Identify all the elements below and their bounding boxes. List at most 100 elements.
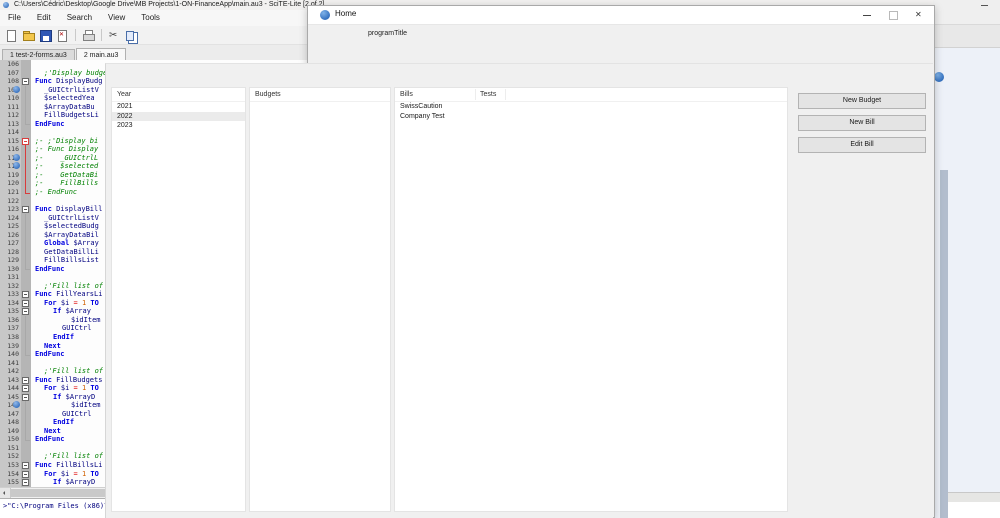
fold-margin[interactable]: [21, 367, 31, 376]
fold-box-icon[interactable]: [22, 462, 29, 469]
menu-search[interactable]: Search: [59, 10, 100, 26]
fold-margin[interactable]: [21, 188, 31, 197]
background-window-scrollbar[interactable]: [940, 170, 948, 518]
fold-margin[interactable]: [21, 307, 31, 316]
menu-file[interactable]: File: [0, 10, 29, 26]
maximize-icon[interactable]: [880, 6, 906, 24]
bills-listview-header[interactable]: Bills Tests: [395, 88, 787, 102]
fold-margin[interactable]: [21, 418, 31, 427]
menu-view[interactable]: View: [100, 10, 133, 26]
budgets-listview-header[interactable]: Budgets: [250, 88, 390, 102]
fold-box-icon[interactable]: [22, 471, 29, 478]
close-file-icon[interactable]: [56, 29, 69, 42]
fold-margin[interactable]: [21, 265, 31, 274]
minimize-icon[interactable]: [981, 5, 988, 6]
fold-margin[interactable]: [21, 248, 31, 257]
year-row[interactable]: 2021: [112, 102, 245, 112]
open-file-icon[interactable]: [22, 29, 35, 42]
scroll-left-arrow-icon[interactable]: [0, 488, 11, 498]
bill-row[interactable]: SwissCaution: [395, 102, 787, 112]
fold-margin[interactable]: [21, 69, 31, 78]
fold-margin[interactable]: [21, 111, 31, 120]
fold-margin[interactable]: [21, 197, 31, 206]
fold-margin[interactable]: [21, 154, 31, 163]
edit-bill-button[interactable]: Edit Bill: [798, 137, 926, 153]
cut-icon[interactable]: [108, 29, 121, 42]
fold-margin[interactable]: [21, 77, 31, 86]
fold-margin[interactable]: [21, 333, 31, 342]
fold-box-icon[interactable]: [22, 479, 29, 486]
save-icon[interactable]: [39, 29, 52, 42]
fold-box-icon[interactable]: [22, 377, 29, 384]
fold-margin[interactable]: [21, 350, 31, 359]
fold-margin[interactable]: [21, 60, 31, 69]
fold-margin[interactable]: [21, 444, 31, 453]
fold-margin[interactable]: [21, 427, 31, 436]
budgets-listview[interactable]: Budgets: [249, 87, 391, 512]
fold-margin[interactable]: [21, 393, 31, 402]
fold-margin[interactable]: [21, 282, 31, 291]
column-header-budgets[interactable]: Budgets: [250, 88, 281, 101]
fold-margin[interactable]: [21, 94, 31, 103]
fold-margin[interactable]: [21, 222, 31, 231]
new-bill-button[interactable]: New Bill: [798, 115, 926, 131]
bill-row[interactable]: Company Test: [395, 112, 787, 122]
home-titlebar[interactable]: Home: [308, 6, 934, 25]
fold-margin[interactable]: [21, 256, 31, 265]
fold-margin[interactable]: [21, 410, 31, 419]
fold-box-icon[interactable]: [22, 308, 29, 315]
fold-margin[interactable]: [21, 359, 31, 368]
fold-margin[interactable]: [21, 478, 31, 487]
fold-margin[interactable]: [21, 324, 31, 333]
year-row[interactable]: 2022: [112, 112, 245, 122]
fold-box-icon[interactable]: [22, 394, 29, 401]
copy-icon[interactable]: [125, 29, 138, 42]
fold-margin[interactable]: [21, 273, 31, 282]
fold-margin[interactable]: [21, 137, 31, 146]
fold-margin[interactable]: [21, 401, 31, 410]
fold-box-icon[interactable]: [22, 138, 29, 145]
fold-box-icon[interactable]: [22, 300, 29, 307]
fold-margin[interactable]: [21, 231, 31, 240]
fold-margin[interactable]: [21, 120, 31, 129]
print-icon[interactable]: [82, 29, 95, 42]
fold-margin[interactable]: [21, 145, 31, 154]
fold-margin[interactable]: [21, 290, 31, 299]
fold-box-icon[interactable]: [22, 78, 29, 85]
minimize-icon[interactable]: [854, 6, 880, 24]
fold-margin[interactable]: [21, 205, 31, 214]
fold-margin[interactable]: [21, 86, 31, 95]
fold-box-icon[interactable]: [22, 291, 29, 298]
year-listview-header[interactable]: Year: [112, 88, 245, 102]
fold-box-icon[interactable]: [22, 206, 29, 213]
close-icon[interactable]: [906, 6, 932, 24]
menu-tools[interactable]: Tools: [133, 10, 168, 26]
fold-margin[interactable]: [21, 239, 31, 248]
column-header-year[interactable]: Year: [112, 88, 131, 101]
fold-box-icon[interactable]: [22, 385, 29, 392]
new-budget-button[interactable]: New Budget: [798, 93, 926, 109]
fold-margin[interactable]: [21, 179, 31, 188]
fold-margin[interactable]: [21, 435, 31, 444]
fold-margin[interactable]: [21, 316, 31, 325]
fold-margin[interactable]: [21, 299, 31, 308]
fold-margin[interactable]: [21, 103, 31, 112]
fold-margin[interactable]: [21, 384, 31, 393]
fold-margin[interactable]: [21, 470, 31, 479]
fold-margin[interactable]: [21, 162, 31, 171]
year-row[interactable]: 2023: [112, 121, 245, 131]
year-listview[interactable]: Year 202120222023: [111, 87, 246, 512]
bills-listview[interactable]: Bills Tests SwissCautionCompany Test: [394, 87, 788, 512]
new-file-icon[interactable]: [5, 29, 18, 42]
column-header-tests[interactable]: Tests: [475, 88, 496, 101]
background-window-titlebar[interactable]: [933, 0, 1000, 25]
fold-margin[interactable]: [21, 171, 31, 180]
fold-margin[interactable]: [21, 342, 31, 351]
fold-margin[interactable]: [21, 461, 31, 470]
fold-margin[interactable]: [21, 128, 31, 137]
menu-edit[interactable]: Edit: [29, 10, 59, 26]
fold-margin[interactable]: [21, 214, 31, 223]
fold-margin[interactable]: [21, 376, 31, 385]
fold-margin[interactable]: [21, 452, 31, 461]
column-header-bills[interactable]: Bills: [395, 88, 413, 101]
